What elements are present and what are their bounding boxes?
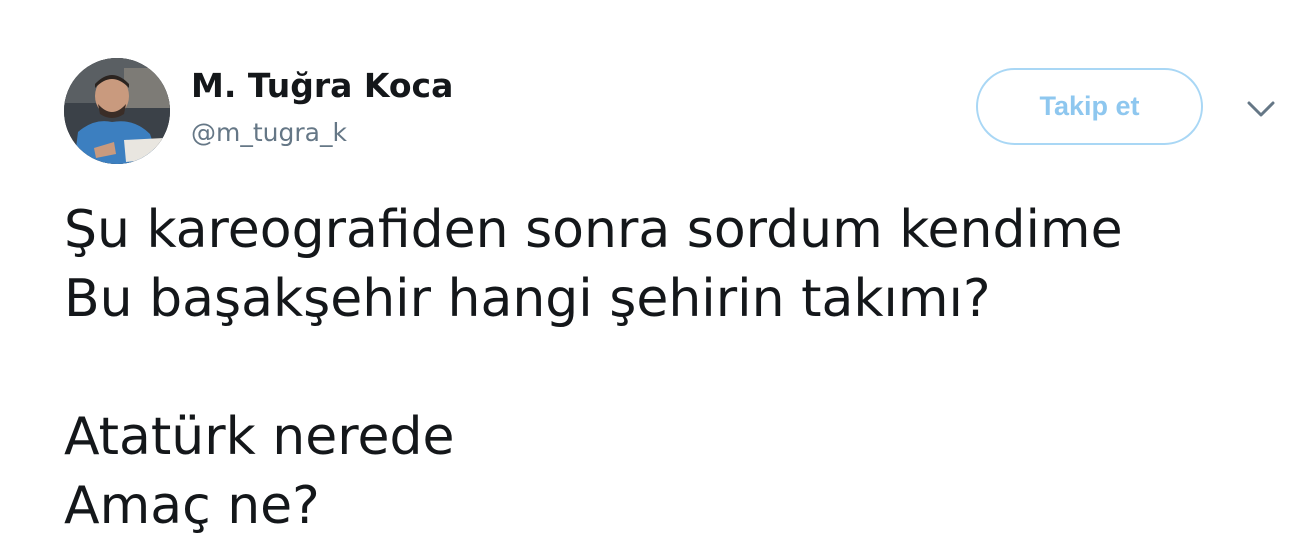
more-options-button[interactable] (1241, 92, 1281, 126)
tweet-card: M. Tuğra Koca @m_tugra_k Takip et Şu kar… (0, 0, 1300, 555)
author-name[interactable]: M. Tuğra Koca (191, 66, 453, 106)
author-handle[interactable]: @m_tugra_k (191, 116, 347, 150)
avatar-photo (64, 58, 170, 164)
chevron-down-icon (1247, 101, 1275, 117)
tweet-text-line: Şu kareografiden sonra sordum kendime (64, 200, 1123, 260)
tweet-text-line: Amaç ne? (64, 476, 320, 536)
tweet-text-line: Atatürk nerede (64, 407, 455, 467)
author-avatar[interactable] (64, 58, 170, 164)
tweet-text: Şu kareografiden sonra sordum kendime Bu… (64, 196, 1264, 541)
tweet-text-line: Bu başakşehir hangi şehirin takımı? (64, 269, 991, 329)
follow-button[interactable]: Takip et (976, 68, 1203, 145)
